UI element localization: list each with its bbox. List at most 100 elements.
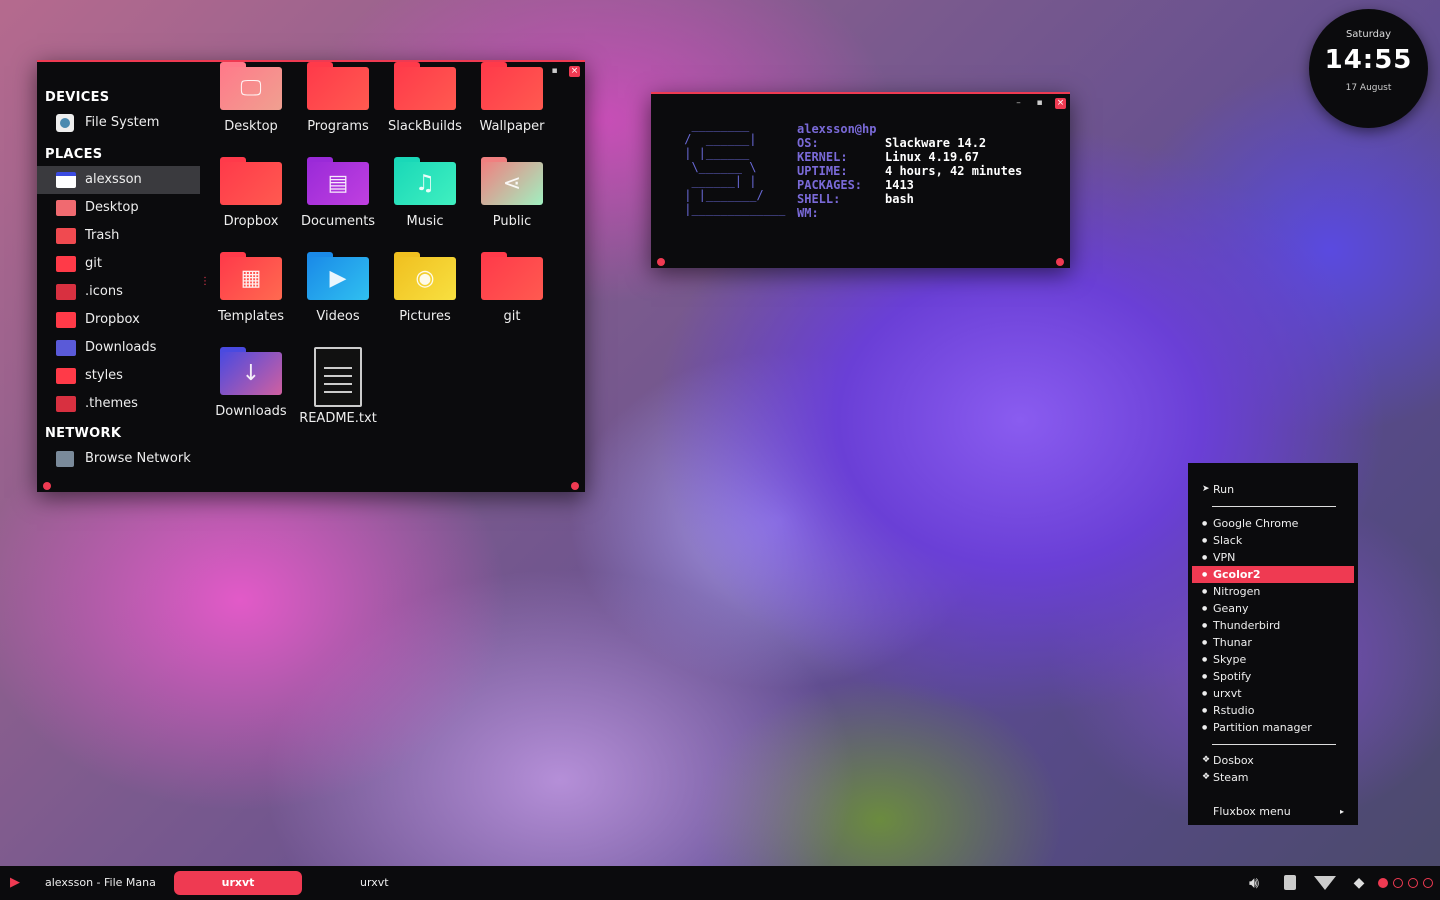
window-top-border <box>651 92 1070 94</box>
sidebar-item-file-system[interactable]: File System <box>37 109 200 137</box>
clock-time: 14:55 <box>1324 45 1413 75</box>
sidebar-item-dropbox[interactable]: Dropbox <box>37 306 200 334</box>
folder-icon <box>56 368 76 384</box>
menu-item-label: Rstudio <box>1213 704 1255 717</box>
menu-item-slack[interactable]: ● Slack <box>1192 532 1354 549</box>
file-item[interactable]: README.txt <box>294 347 382 426</box>
menu-item-label: Dosbox <box>1213 754 1254 767</box>
folder-icon <box>307 62 369 110</box>
start-menu-button[interactable]: ▶ <box>10 871 20 895</box>
taskbar-task[interactable]: urxvt <box>174 871 302 895</box>
sidebar-item-alexsson[interactable]: alexsson <box>37 166 200 194</box>
sidebar-item-label: Trash <box>85 228 120 243</box>
menu-item-label: Spotify <box>1213 670 1252 683</box>
terminal-window[interactable]: – ▪ × ________ / ______| | |______ \____… <box>651 92 1070 268</box>
menu-item-nitrogen[interactable]: ● Nitrogen <box>1192 583 1354 600</box>
file-item[interactable]: Programs <box>294 62 382 134</box>
menu-item-spotify[interactable]: ● Spotify <box>1192 668 1354 685</box>
sidebar-item-label: Dropbox <box>85 312 140 327</box>
bullet-icon: ● <box>1202 588 1208 595</box>
sidebar-item-styles[interactable]: styles <box>37 362 200 390</box>
sidebar-item-browse-network[interactable]: Browse Network <box>37 445 200 473</box>
folder-icon: ♫ <box>394 157 456 205</box>
workspace-indicator[interactable] <box>1393 878 1403 888</box>
file-item[interactable]: Dropbox <box>207 157 295 229</box>
user-host: alexsson@hp <box>797 122 877 136</box>
menu-item-steam[interactable]: ❖ Steam <box>1192 769 1354 786</box>
info-row: SHELL: bash <box>797 192 1022 206</box>
dropbox-icon[interactable]: ◆ <box>1348 872 1370 894</box>
menu-item-label: urxvt <box>1213 687 1242 700</box>
menu-item-google-chrome[interactable]: ● Google Chrome <box>1192 515 1354 532</box>
bullet-icon: ● <box>1202 639 1208 646</box>
menu-item-partition-manager[interactable]: ● Partition manager <box>1192 719 1354 736</box>
menu-item-thunar[interactable]: ● Thunar <box>1192 634 1354 651</box>
menu-item-thunderbird[interactable]: ● Thunderbird <box>1192 617 1354 634</box>
sidebar-item-downloads[interactable]: Downloads <box>37 334 200 362</box>
close-button[interactable]: × <box>1055 98 1066 109</box>
menu-item-skype[interactable]: ● Skype <box>1192 651 1354 668</box>
sidebar-item-git[interactable]: git <box>37 250 200 278</box>
corner-dot <box>571 482 579 490</box>
info-value: Slackware 14.2 <box>885 136 987 150</box>
taskbar-task[interactable]: urxvt <box>360 871 389 895</box>
wifi-icon[interactable] <box>1312 872 1338 894</box>
workspace-indicator[interactable] <box>1408 878 1418 888</box>
folder-icon: ↓ <box>220 347 282 395</box>
menu-item-vpn[interactable]: ● VPN <box>1192 549 1354 566</box>
close-button[interactable]: × <box>569 66 580 77</box>
sidebar-item-trash[interactable]: Trash <box>37 222 200 250</box>
file-item[interactable]: ▦ Templates <box>207 252 295 324</box>
menu-item-fluxbox-menu[interactable]: Fluxbox menu ▸ <box>1192 803 1354 820</box>
minimize-button[interactable]: – <box>1013 98 1024 109</box>
menu-item-urxvt[interactable]: ● urxvt <box>1192 685 1354 702</box>
file-item-label: Documents <box>300 214 376 229</box>
file-item[interactable]: ↓ Downloads <box>207 347 295 419</box>
folder-icon <box>481 62 543 110</box>
file-item[interactable]: ◉ Pictures <box>381 252 469 324</box>
sidebar-item-desktop[interactable]: Desktop <box>37 194 200 222</box>
menu-item-label: Fluxbox menu <box>1213 805 1291 818</box>
terminal-output: ________ / ______| | |______ \______ \ _… <box>651 114 1070 268</box>
slackware-ascii-logo: ________ / ______| | |______ \______ \ _… <box>684 118 786 216</box>
menu-item-dosbox[interactable]: ❖ Dosbox <box>1192 752 1354 769</box>
info-row: OS: Slackware 14.2 <box>797 136 1022 150</box>
clock-day: Saturday <box>1345 29 1392 40</box>
corner-dot <box>1056 258 1064 266</box>
sidebar-item-label: styles <box>85 368 123 383</box>
file-item-label: git <box>503 309 521 324</box>
menu-item-gcolor2[interactable]: ● Gcolor2 <box>1192 566 1354 583</box>
folder-icon <box>56 312 76 328</box>
file-item-label: Templates <box>217 309 285 324</box>
file-item[interactable]: 🖵 Desktop <box>207 62 295 134</box>
file-item[interactable]: ⋖ Public <box>468 157 556 229</box>
file-item[interactable]: ♫ Music <box>381 157 469 229</box>
file-item[interactable]: ▶ Videos <box>294 252 382 324</box>
clipboard-icon[interactable] <box>1280 872 1300 894</box>
sidebar-item-icons[interactable]: .icons <box>37 278 200 306</box>
info-key: UPTIME: <box>797 164 848 178</box>
file-item[interactable]: SlackBuilds <box>381 62 469 134</box>
volume-icon[interactable]: 🔊︎ <box>1242 872 1266 894</box>
bullet-icon: ● <box>1202 537 1208 544</box>
file-item[interactable]: ▤ Documents <box>294 157 382 229</box>
maximize-button[interactable]: ▪ <box>1034 98 1045 109</box>
file-item-label: Downloads <box>215 404 287 419</box>
workspace-indicator[interactable] <box>1423 878 1433 888</box>
menu-item-geany[interactable]: ● Geany <box>1192 600 1354 617</box>
menu-item-run[interactable]: ➤ Run <box>1192 481 1354 498</box>
file-item-label: Videos <box>316 309 360 324</box>
downloads-folder-icon <box>56 340 76 356</box>
file-item-label: Desktop <box>224 119 278 134</box>
folder-icon <box>394 62 456 110</box>
bullet-icon: ● <box>1202 554 1208 561</box>
file-item[interactable]: Wallpaper <box>468 62 556 134</box>
file-item[interactable]: git <box>468 252 556 324</box>
taskbar-task[interactable]: alexsson - File Mana <box>45 871 156 895</box>
menu-item-label: Skype <box>1213 653 1247 666</box>
sidebar-item-label: .icons <box>85 284 123 299</box>
sidebar-item-label: git <box>85 256 102 271</box>
sidebar-item-themes[interactable]: .themes <box>37 390 200 418</box>
workspace-indicator[interactable] <box>1378 878 1388 888</box>
menu-item-rstudio[interactable]: ● Rstudio <box>1192 702 1354 719</box>
